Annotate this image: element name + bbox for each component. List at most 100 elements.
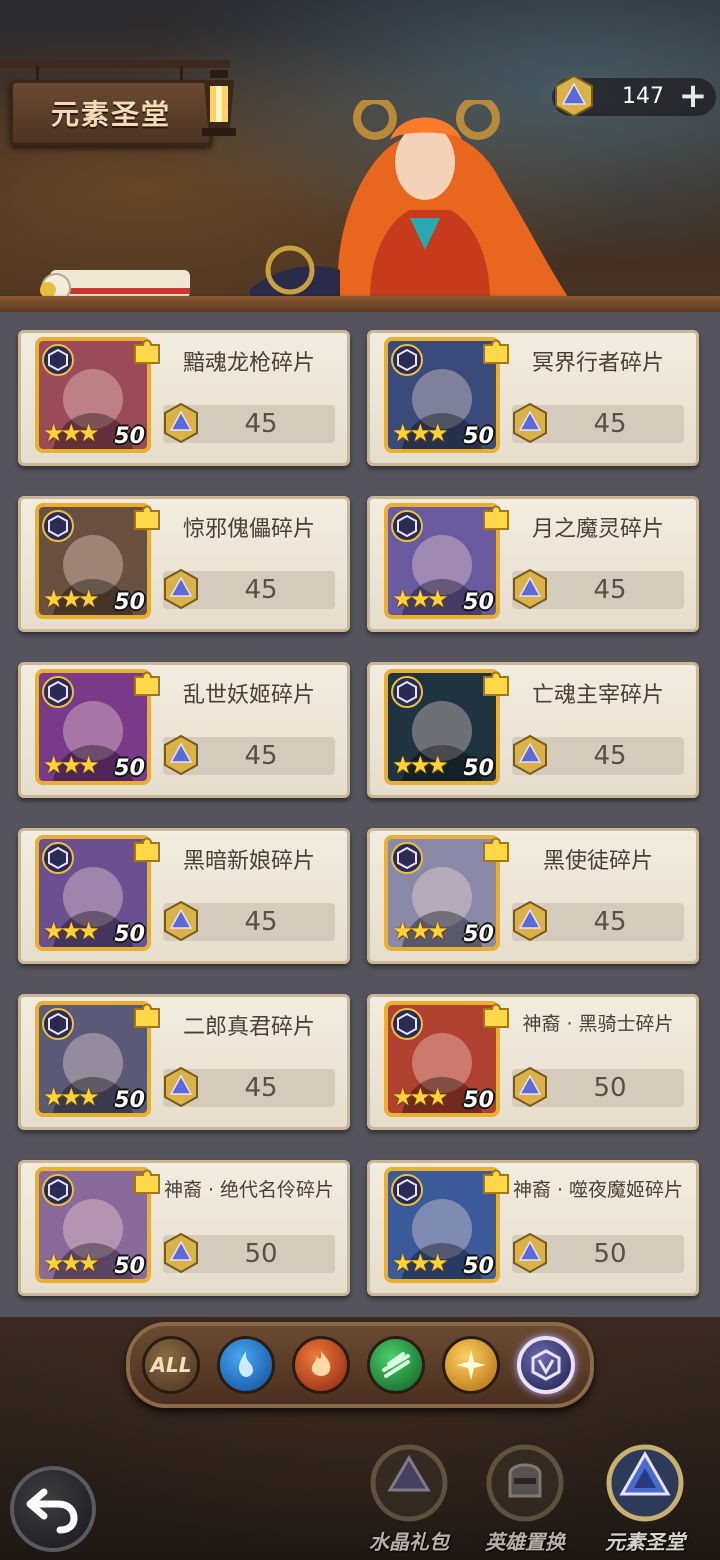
currency-display: 147 + — [552, 74, 716, 118]
shop-item-card[interactable]: ★★★ 50 月之魔灵碎片 45 — [367, 496, 699, 632]
crystal-icon — [513, 1232, 547, 1274]
wind-element-icon — [382, 1352, 410, 1378]
item-price: 45 — [593, 741, 627, 771]
crystal-icon — [164, 734, 198, 776]
price-bar: 45 — [512, 568, 684, 610]
crystal-icon — [513, 734, 547, 776]
dark-element-badge-icon — [42, 510, 74, 542]
filter-wind-button[interactable] — [367, 1336, 425, 1394]
item-name: 冥界行者碎片 — [531, 351, 664, 376]
item-price: 45 — [244, 1073, 278, 1103]
shop-item-card[interactable]: ★★★ 50 神裔 · 黑骑士碎片 50 — [367, 994, 699, 1130]
shop-item-card[interactable]: ★★★ 50 黑暗新娘碎片 45 — [18, 828, 350, 964]
shop-item-card[interactable]: ★★★ 50 二郎真君碎片 45 — [18, 994, 350, 1130]
item-price: 45 — [244, 907, 278, 937]
crystal-icon — [513, 568, 547, 610]
shop-item-card[interactable]: ★★★ 50 冥界行者碎片 45 — [367, 330, 699, 466]
shop-item-card[interactable]: ★★★ 50 黑使徒碎片 45 — [367, 828, 699, 964]
hero-level: 50 — [114, 590, 145, 615]
header-scene: 元素圣堂 147 + — [0, 0, 720, 312]
dark-element-badge-icon — [42, 344, 74, 376]
item-name: 惊邪傀儡碎片 — [182, 517, 315, 542]
price-bar: 45 — [512, 900, 684, 942]
item-name: 神裔 · 噬夜魔姬碎片 — [512, 1179, 684, 1201]
crystal-icon — [164, 1066, 198, 1108]
item-name: 亡魂主宰碎片 — [531, 683, 664, 708]
nav-element-temple[interactable]: 元素圣堂 — [590, 1438, 700, 1560]
crystal-icon — [513, 402, 547, 444]
shop-item-card[interactable]: ★★★ 50 乱世妖姬碎片 45 — [18, 662, 350, 798]
dark-element-badge-icon — [391, 510, 423, 542]
item-price: 50 — [593, 1073, 627, 1103]
hero-level: 50 — [463, 1254, 494, 1279]
dark-element-badge-icon — [42, 842, 74, 874]
element-temple-icon — [606, 1444, 684, 1522]
item-price: 45 — [244, 575, 278, 605]
back-arrow-icon — [26, 1488, 78, 1534]
price-bar: 45 — [512, 734, 684, 776]
price-bar: 45 — [163, 1066, 335, 1108]
back-button[interactable] — [10, 1466, 96, 1552]
crystal-icon — [513, 900, 547, 942]
shop-item-card[interactable]: ★★★ 50 亡魂主宰碎片 45 — [367, 662, 699, 798]
price-bar: 45 — [512, 402, 684, 444]
lantern-icon — [202, 70, 236, 136]
hero-level: 50 — [114, 424, 145, 449]
star-rating: ★★★ — [43, 1249, 100, 1277]
nav-crystal-pack-label: 水晶礼包 — [369, 1530, 449, 1554]
add-currency-button[interactable]: + — [678, 76, 708, 116]
shop-item-card[interactable]: ★★★ 50 惊邪傀儡碎片 45 — [18, 496, 350, 632]
item-name: 二郎真君碎片 — [182, 1015, 315, 1040]
item-name: 月之魔灵碎片 — [531, 517, 664, 542]
dark-element-badge-icon — [42, 676, 74, 708]
hero-level: 50 — [463, 590, 494, 615]
dark-element-badge-icon — [391, 1008, 423, 1040]
star-rating: ★★★ — [43, 1083, 100, 1111]
item-price: 45 — [593, 907, 627, 937]
item-name: 黑暗新娘碎片 — [182, 849, 315, 874]
nav-hero-swap[interactable]: 英雄置换 — [470, 1438, 580, 1560]
filter-water-button[interactable] — [217, 1336, 275, 1394]
item-name: 黯魂龙枪碎片 — [182, 351, 315, 376]
hero-swap-icon — [486, 1444, 564, 1522]
filter-all-label: ALL — [150, 1353, 192, 1377]
crystal-icon — [164, 1232, 198, 1274]
shop-item-card[interactable]: ★★★ 50 黯魂龙枪碎片 45 — [18, 330, 350, 466]
item-price: 45 — [244, 409, 278, 439]
fire-element-icon — [311, 1351, 331, 1376]
nav-hero-swap-label: 英雄置换 — [485, 1530, 565, 1554]
crystal-pack-icon — [370, 1444, 448, 1522]
filter-light-button[interactable] — [442, 1336, 500, 1394]
shop-item-card[interactable]: ★★★ 50 神裔 · 绝代名伶碎片 50 — [18, 1160, 350, 1296]
star-rating: ★★★ — [43, 917, 100, 945]
star-rating: ★★★ — [43, 419, 100, 447]
star-rating: ★★★ — [392, 917, 449, 945]
dark-element-badge-icon — [391, 1174, 423, 1206]
filter-all-button[interactable]: ALL — [142, 1336, 200, 1394]
item-name: 神裔 · 绝代名伶碎片 — [163, 1179, 335, 1201]
crystal-icon — [164, 568, 198, 610]
dark-element-badge-icon — [391, 344, 423, 376]
nav-element-temple-label: 元素圣堂 — [605, 1530, 685, 1554]
filter-fire-button[interactable] — [292, 1336, 350, 1394]
filter-dark-button[interactable] — [517, 1336, 575, 1394]
dark-element-badge-icon — [42, 1008, 74, 1040]
crystal-icon — [513, 1066, 547, 1108]
item-name: 神裔 · 黑骑士碎片 — [522, 1013, 674, 1035]
dark-element-icon — [531, 1349, 561, 1381]
hero-character-art — [250, 100, 570, 300]
hero-level: 50 — [463, 922, 494, 947]
light-element-icon — [456, 1350, 486, 1380]
price-bar: 45 — [163, 568, 335, 610]
item-price: 45 — [593, 575, 627, 605]
nav-crystal-pack[interactable]: 水晶礼包 — [354, 1438, 464, 1560]
star-rating: ★★★ — [392, 1083, 449, 1111]
shelf-divider — [0, 296, 720, 312]
dark-element-badge-icon — [42, 1174, 74, 1206]
hero-level: 50 — [114, 1254, 145, 1279]
water-element-icon — [238, 1351, 253, 1377]
star-rating: ★★★ — [43, 751, 100, 779]
dark-element-badge-icon — [391, 842, 423, 874]
shop-item-card[interactable]: ★★★ 50 神裔 · 噬夜魔姬碎片 50 — [367, 1160, 699, 1296]
crystal-icon — [164, 900, 198, 942]
